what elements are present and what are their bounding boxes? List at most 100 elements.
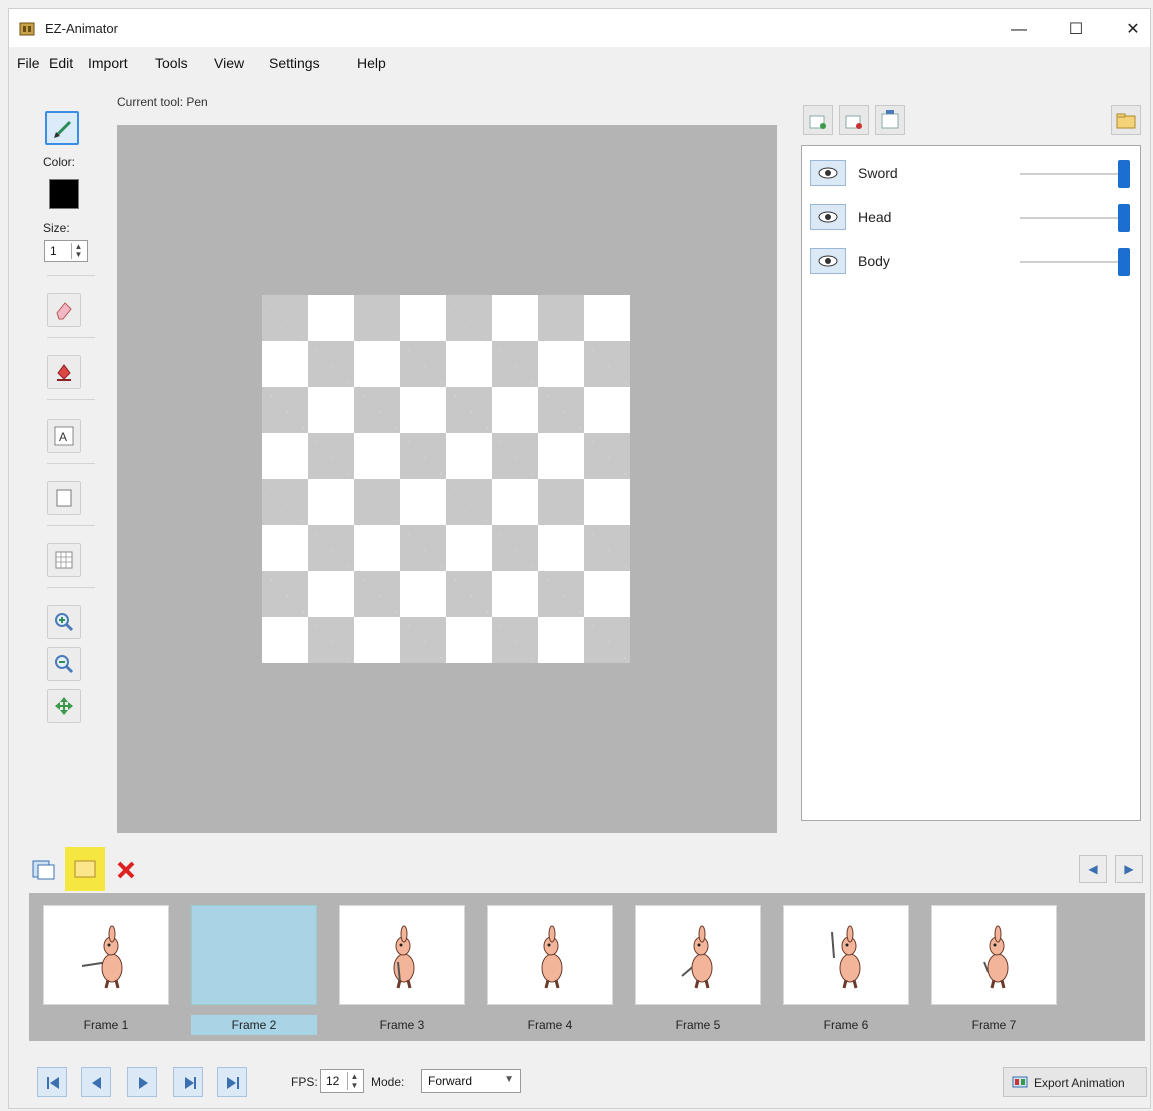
step-forward-icon bbox=[185, 1077, 196, 1089]
delete-frame-button[interactable] bbox=[111, 855, 141, 885]
eraser-tool-button[interactable] bbox=[47, 293, 81, 327]
character-sprite bbox=[681, 925, 713, 989]
new-frame-icon bbox=[74, 860, 96, 878]
minimize-button[interactable]: — bbox=[996, 15, 1042, 45]
opacity-slider-thumb[interactable] bbox=[1118, 160, 1130, 188]
frame-thumbnail[interactable] bbox=[931, 905, 1057, 1005]
play-button[interactable] bbox=[127, 1067, 157, 1097]
mode-label: Mode: bbox=[371, 1075, 405, 1089]
spin-arrows-icon[interactable]: ▲ ▼ bbox=[71, 243, 85, 259]
visibility-toggle[interactable] bbox=[810, 160, 846, 186]
skip-to-start-icon bbox=[47, 1077, 59, 1089]
menu-view[interactable]: View bbox=[214, 55, 244, 71]
step-back-icon bbox=[92, 1077, 101, 1089]
app-icon bbox=[19, 22, 35, 36]
layer-name: Head bbox=[858, 209, 892, 225]
text-tool-button[interactable]: A bbox=[47, 419, 81, 453]
add-layer-button[interactable] bbox=[803, 105, 833, 135]
opacity-slider-track[interactable] bbox=[1020, 261, 1120, 263]
character-sprite bbox=[393, 925, 415, 989]
export-label: Export Animation bbox=[1034, 1076, 1125, 1090]
zoom-out-button[interactable] bbox=[47, 647, 81, 681]
character-sprite bbox=[831, 925, 861, 989]
frame-thumbnail[interactable] bbox=[339, 905, 465, 1005]
menu-help[interactable]: Help bbox=[357, 55, 386, 71]
zoom-in-button[interactable] bbox=[47, 605, 81, 639]
character-sprite bbox=[82, 925, 123, 989]
play-icon bbox=[139, 1077, 148, 1089]
text-icon: A bbox=[54, 426, 74, 446]
frame-thumbnail[interactable] bbox=[635, 905, 761, 1005]
chevron-left-icon: ◀ bbox=[1088, 862, 1098, 876]
layer-row-body[interactable]: Body bbox=[810, 246, 1130, 276]
frame-thumbnail-selected[interactable] bbox=[191, 905, 317, 1005]
opacity-slider-track[interactable] bbox=[1020, 173, 1120, 175]
grid-tool-button[interactable] bbox=[47, 543, 81, 577]
menu-file[interactable]: File bbox=[17, 55, 40, 71]
layer-name: Sword bbox=[858, 165, 898, 181]
opacity-slider-thumb[interactable] bbox=[1118, 248, 1130, 276]
fill-tool-button[interactable] bbox=[47, 355, 81, 389]
menu-edit[interactable]: Edit bbox=[49, 55, 73, 71]
first-frame-button[interactable] bbox=[37, 1067, 67, 1097]
color-label: Color: bbox=[43, 155, 76, 169]
size-value: 1 bbox=[50, 244, 57, 258]
maximize-button[interactable]: ☐ bbox=[1053, 15, 1099, 45]
last-frame-button[interactable] bbox=[217, 1067, 247, 1097]
opacity-slider-thumb[interactable] bbox=[1118, 204, 1130, 232]
skip-to-end-icon bbox=[227, 1077, 239, 1089]
menu-settings[interactable]: Settings bbox=[269, 55, 320, 71]
toolbar-divider bbox=[47, 463, 95, 464]
export-animation-button[interactable]: Export Animation bbox=[1003, 1067, 1147, 1097]
spin-arrows-icon[interactable]: ▲ ▼ bbox=[347, 1072, 361, 1090]
eraser-icon bbox=[56, 302, 72, 320]
layer-row-head[interactable]: Head bbox=[810, 202, 1130, 232]
zoom-in-icon bbox=[55, 613, 74, 632]
frame-thumbnail[interactable] bbox=[487, 905, 613, 1005]
pen-icon bbox=[54, 120, 72, 138]
scroll-frames-left-button[interactable]: ◀ bbox=[1079, 855, 1107, 883]
scroll-frames-right-button[interactable]: ▶ bbox=[1115, 855, 1143, 883]
drawing-canvas[interactable] bbox=[117, 125, 777, 833]
visibility-toggle[interactable] bbox=[810, 248, 846, 274]
mode-dropdown[interactable]: Forward ▼ bbox=[421, 1069, 521, 1093]
move-tool-button[interactable] bbox=[47, 689, 81, 723]
title-bar: EZ-Animator — ☐ ✕ bbox=[9, 9, 1150, 47]
rectangle-tool-button[interactable] bbox=[47, 481, 81, 515]
transparent-canvas-grid[interactable] bbox=[262, 295, 630, 663]
delete-layer-icon bbox=[845, 115, 862, 129]
pen-tool-button[interactable] bbox=[45, 111, 79, 145]
fps-label: FPS: bbox=[291, 1075, 318, 1089]
toolbar-divider bbox=[47, 399, 95, 400]
mode-value: Forward bbox=[428, 1074, 473, 1088]
visibility-toggle[interactable] bbox=[810, 204, 846, 230]
open-folder-button[interactable] bbox=[1111, 105, 1141, 135]
frame-label: Frame 2 bbox=[191, 1015, 317, 1035]
chevron-right-icon: ▶ bbox=[1124, 862, 1134, 876]
frame-thumbnail[interactable] bbox=[43, 905, 169, 1005]
frame-label: Frame 4 bbox=[527, 1018, 573, 1032]
layer-row-sword[interactable]: Sword bbox=[810, 158, 1130, 188]
current-tool-label: Current tool: Pen bbox=[117, 95, 208, 109]
toolbar-divider bbox=[47, 275, 95, 276]
frame-label: Frame 7 bbox=[971, 1018, 1017, 1032]
eye-icon bbox=[818, 255, 838, 267]
layer-properties-button[interactable] bbox=[875, 105, 905, 135]
menu-bar: File Edit Import Tools View Settings Hel… bbox=[9, 53, 1150, 75]
previous-frame-button[interactable] bbox=[81, 1067, 111, 1097]
new-frame-button[interactable] bbox=[65, 847, 105, 891]
delete-layer-button[interactable] bbox=[839, 105, 869, 135]
frame-thumbnail[interactable] bbox=[783, 905, 909, 1005]
menu-tools[interactable]: Tools bbox=[155, 55, 188, 71]
fps-stepper[interactable]: 12 ▲ ▼ bbox=[320, 1069, 364, 1093]
character-sprite bbox=[983, 925, 1009, 989]
next-frame-button[interactable] bbox=[173, 1067, 203, 1097]
app-window: EZ-Animator — ☐ ✕ File Edit Import Tools… bbox=[8, 8, 1151, 1109]
folder-icon bbox=[1116, 113, 1136, 129]
color-swatch[interactable] bbox=[49, 179, 79, 209]
opacity-slider-track[interactable] bbox=[1020, 217, 1120, 219]
menu-import[interactable]: Import bbox=[88, 55, 128, 71]
duplicate-frame-button[interactable] bbox=[29, 855, 59, 885]
size-stepper[interactable]: 1 ▲ ▼ bbox=[44, 240, 88, 262]
close-button[interactable]: ✕ bbox=[1110, 15, 1153, 45]
